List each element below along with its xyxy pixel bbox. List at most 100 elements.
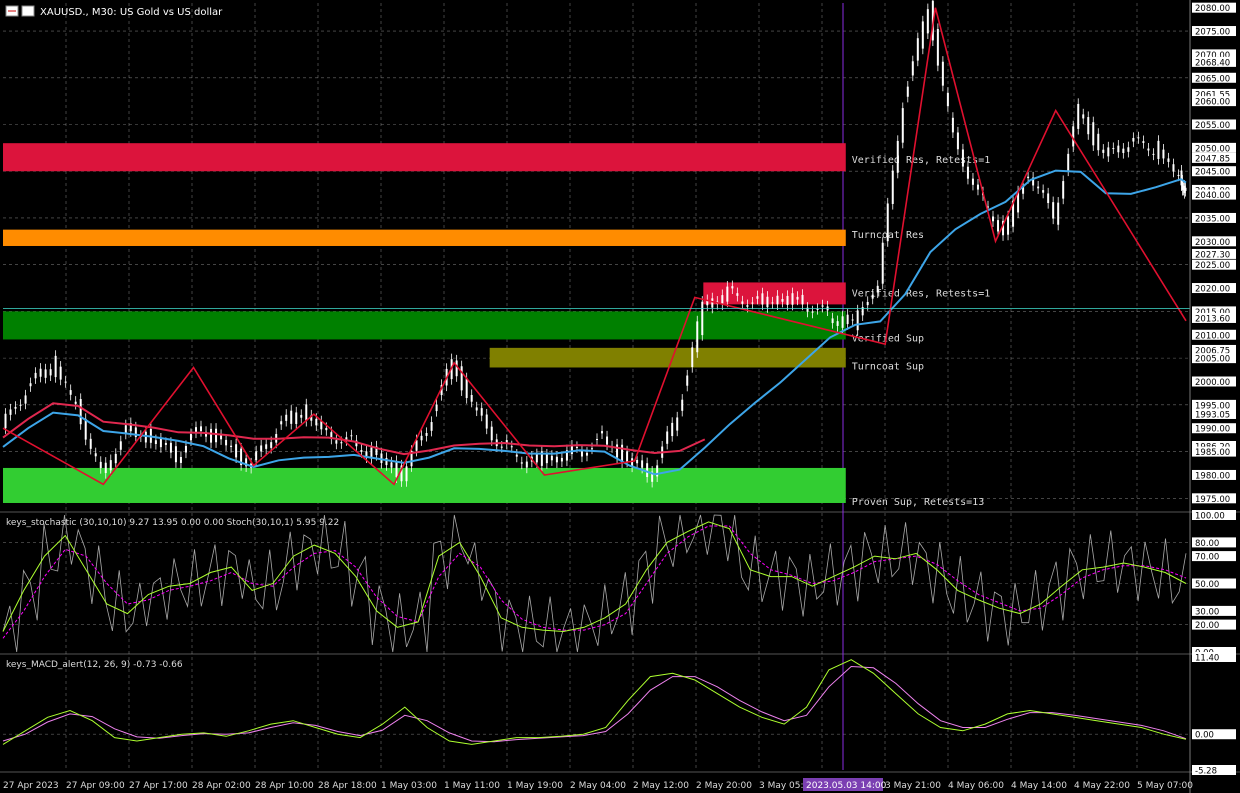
candle-body — [305, 404, 308, 421]
candle-body — [1007, 216, 1010, 235]
candle-body — [966, 166, 969, 179]
zone-verified-res-upper — [3, 143, 846, 172]
trading-chart[interactable]: Verified Res, Retests=1Turncoat ResVerif… — [0, 0, 1240, 793]
time-tick: 27 Apr 17:00 — [129, 781, 188, 791]
time-tick: 2 May 04:00 — [570, 781, 626, 791]
price-tick: 2005.00 — [1195, 355, 1230, 365]
time-tick: 1 May 11:00 — [444, 781, 500, 791]
candle-body — [435, 404, 438, 412]
candle-body — [636, 459, 639, 464]
candle-body — [951, 117, 954, 133]
candle-body — [34, 372, 37, 379]
candle-body — [1047, 193, 1050, 204]
candle-body — [746, 305, 749, 307]
zone-turncoat-res — [3, 229, 846, 246]
zone-label-proven-sup: Proven Sup, Retests=13 — [852, 497, 984, 508]
stoch-tick: 70.00 — [1195, 553, 1219, 563]
candle-body — [1184, 187, 1187, 191]
candle-body — [215, 428, 218, 443]
candle-body — [119, 441, 122, 450]
candle-body — [69, 390, 72, 395]
candle-body — [901, 108, 904, 143]
candle-body — [1057, 202, 1060, 225]
candle-body — [460, 366, 463, 391]
time-tick: 1 May 19:00 — [507, 781, 563, 791]
time-tick: 4 May 14:00 — [1011, 781, 1067, 791]
candle-body — [1077, 103, 1080, 129]
price-tick: 2060.00 — [1195, 98, 1230, 108]
candle-body — [159, 438, 162, 448]
candle-body — [941, 61, 944, 86]
candle-body — [681, 399, 684, 411]
candle-body — [154, 440, 157, 444]
macd-tick: 0.00 — [1195, 731, 1214, 741]
candle-body — [976, 184, 979, 190]
time-tick: 28 Apr 10:00 — [255, 781, 314, 791]
candle-body — [781, 298, 784, 302]
candle-body — [1107, 147, 1110, 157]
candle-body — [580, 451, 583, 457]
crosshair-time-label: 2023.05.03 14:00 — [806, 781, 887, 791]
candle-body — [601, 431, 604, 434]
candle-body — [19, 404, 22, 406]
candle-body — [891, 170, 894, 204]
price-tick: 2045.00 — [1195, 168, 1230, 178]
candle-body — [210, 428, 213, 443]
candle-body — [1097, 133, 1100, 151]
candle-body — [686, 375, 689, 386]
stoch-tick: 80.00 — [1195, 539, 1219, 549]
candle-body — [796, 296, 799, 300]
candle-body — [144, 431, 147, 443]
candle-body — [936, 29, 939, 66]
candle-body — [114, 453, 117, 464]
candle-body — [535, 454, 538, 463]
candle-body — [741, 301, 744, 304]
candle-body — [235, 444, 238, 458]
candle-body — [260, 445, 263, 452]
candle-body — [500, 446, 503, 448]
candle-body — [174, 446, 177, 463]
zone-label-verified-res-upper: Verified Res, Retests=1 — [852, 155, 990, 166]
candle-body — [751, 302, 754, 304]
candle-body — [846, 314, 849, 325]
candle-body — [596, 439, 599, 441]
candle-body — [851, 319, 854, 321]
candle-body — [997, 220, 1000, 232]
price-tick: 2010.00 — [1195, 331, 1230, 341]
price-tick: 2050.00 — [1195, 144, 1230, 154]
candle-body — [736, 293, 739, 296]
candle-body — [776, 295, 779, 305]
candle-body — [756, 296, 759, 299]
candle-body — [89, 438, 92, 449]
candle-body — [59, 366, 62, 380]
candle-body — [350, 435, 353, 437]
candle-body — [886, 203, 889, 242]
candle-body — [255, 451, 258, 461]
zone-verified-sup — [3, 311, 846, 340]
candle-body — [280, 421, 283, 425]
price-tick: 2025.00 — [1195, 261, 1230, 271]
time-tick: 4 May 22:00 — [1074, 781, 1130, 791]
candle-body — [285, 414, 288, 421]
candle-body — [560, 457, 563, 462]
candle-body — [1152, 153, 1155, 155]
candle-body — [395, 460, 398, 478]
candle-body — [220, 434, 223, 440]
candle-body — [14, 406, 17, 409]
candle-body — [225, 439, 228, 446]
time-tick: 3 May 21:00 — [885, 781, 941, 791]
candle-body — [721, 295, 724, 305]
candle-body — [84, 418, 87, 440]
candle-body — [726, 286, 729, 302]
candle-body — [1082, 114, 1085, 119]
candle-body — [791, 293, 794, 305]
candle-body — [425, 432, 428, 436]
candle-body — [606, 436, 609, 445]
candle-body — [771, 302, 774, 304]
candle-body — [1102, 149, 1105, 153]
stochastic-title: keys_stochastic (30,10,10) 9.27 13.95 0.… — [6, 518, 339, 528]
price-tick: 2035.00 — [1195, 214, 1230, 224]
symbol-flag-icon — [21, 5, 35, 17]
candle-body — [1037, 186, 1040, 189]
candle-body — [671, 422, 674, 437]
